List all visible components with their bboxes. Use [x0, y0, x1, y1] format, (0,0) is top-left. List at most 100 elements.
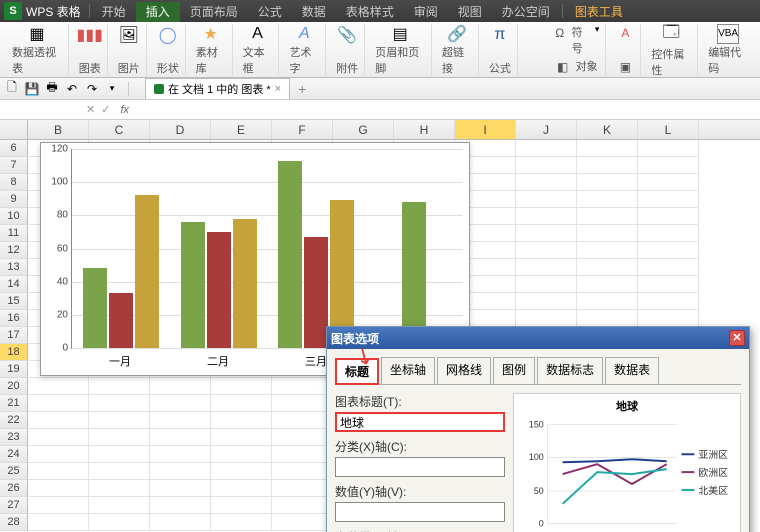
input-chart-title[interactable] — [335, 412, 505, 432]
ribbon-pivot[interactable]: ▦数据透视表 — [6, 24, 69, 76]
cell[interactable] — [89, 463, 150, 480]
cell[interactable] — [577, 259, 638, 276]
dialog-tab-5[interactable]: 数据表 — [605, 357, 659, 384]
cell[interactable] — [211, 412, 272, 429]
cell[interactable] — [516, 225, 577, 242]
cell[interactable] — [272, 514, 333, 531]
cell[interactable] — [28, 446, 89, 463]
cell[interactable] — [150, 463, 211, 480]
cell[interactable] — [272, 412, 333, 429]
row-header-8[interactable]: 8 — [0, 174, 28, 191]
col-header-H[interactable]: H — [394, 120, 455, 139]
ribbon-text-small[interactable]: A ▣ — [610, 24, 641, 76]
cell[interactable] — [211, 497, 272, 514]
cell[interactable] — [638, 310, 699, 327]
col-header-J[interactable]: J — [516, 120, 577, 139]
row-header-17[interactable]: 17 — [0, 327, 28, 344]
ribbon-props[interactable]: 🗔控件属性 — [645, 24, 698, 76]
menu-tab-2[interactable]: 页面布局 — [180, 2, 248, 22]
row-header-23[interactable]: 23 — [0, 429, 28, 446]
close-icon[interactable]: ✕ — [729, 330, 745, 346]
input-y-axis[interactable] — [335, 502, 505, 522]
input-x-axis[interactable] — [335, 457, 505, 477]
row-header-7[interactable]: 7 — [0, 157, 28, 174]
cell[interactable] — [28, 395, 89, 412]
new-icon[interactable]: 🗋 — [4, 81, 20, 97]
cell[interactable] — [272, 463, 333, 480]
cell[interactable] — [516, 157, 577, 174]
cell[interactable] — [211, 463, 272, 480]
cell[interactable] — [150, 378, 211, 395]
cell[interactable] — [577, 310, 638, 327]
cell[interactable] — [28, 463, 89, 480]
cell[interactable] — [28, 514, 89, 531]
cell[interactable] — [150, 395, 211, 412]
cell[interactable] — [577, 242, 638, 259]
cell[interactable] — [577, 293, 638, 310]
document-tab[interactable]: 在 文档 1 中的 图表 * × — [145, 78, 290, 99]
select-all-corner[interactable] — [0, 120, 28, 139]
cell[interactable] — [89, 497, 150, 514]
cell[interactable] — [211, 395, 272, 412]
menu-tab-4[interactable]: 数据 — [292, 2, 336, 22]
cell[interactable] — [516, 174, 577, 191]
cell[interactable] — [638, 157, 699, 174]
cell[interactable] — [28, 429, 89, 446]
cell[interactable] — [150, 514, 211, 531]
cell[interactable] — [516, 293, 577, 310]
ribbon-editcode[interactable]: VBA编辑代码 — [702, 24, 754, 76]
cell[interactable] — [89, 514, 150, 531]
dialog-tab-4[interactable]: 数据标志 — [537, 357, 603, 384]
cell[interactable] — [272, 429, 333, 446]
row-header-20[interactable]: 20 — [0, 378, 28, 395]
col-header-L[interactable]: L — [638, 120, 699, 139]
col-header-I[interactable]: I — [455, 120, 516, 139]
cell[interactable] — [516, 276, 577, 293]
cell[interactable] — [28, 378, 89, 395]
cell[interactable] — [577, 225, 638, 242]
ribbon-symbol[interactable]: Ω符号▾ ◧对象 — [546, 24, 607, 76]
cell[interactable] — [638, 293, 699, 310]
ribbon-chart[interactable]: ▮▮▮图表 — [73, 24, 108, 76]
menu-tab-8[interactable]: 办公空间 — [492, 2, 560, 22]
cell[interactable] — [638, 259, 699, 276]
undo-icon[interactable]: ↶ — [64, 81, 80, 97]
dialog-titlebar[interactable]: 图表选项 ✕ — [327, 327, 749, 349]
menu-tab-6[interactable]: 审阅 — [404, 2, 448, 22]
cell[interactable] — [638, 208, 699, 225]
col-header-B[interactable]: B — [28, 120, 89, 139]
row-header-9[interactable]: 9 — [0, 191, 28, 208]
cell[interactable] — [272, 497, 333, 514]
cell[interactable] — [638, 276, 699, 293]
cell[interactable] — [211, 429, 272, 446]
ribbon-picture[interactable]: 🖼图片 — [112, 24, 147, 76]
print-icon[interactable]: 🖶 — [44, 81, 60, 97]
row-header-19[interactable]: 19 — [0, 361, 28, 378]
cell[interactable] — [577, 191, 638, 208]
cell[interactable] — [89, 480, 150, 497]
menu-tab-1[interactable]: 插入 — [136, 2, 180, 22]
cell[interactable] — [577, 174, 638, 191]
dialog-tab-0[interactable]: 标题 — [335, 358, 379, 385]
dialog-tab-1[interactable]: 坐标轴 — [381, 357, 435, 384]
row-header-18[interactable]: 18 — [0, 344, 28, 361]
cell[interactable] — [577, 140, 638, 157]
row-header-22[interactable]: 22 — [0, 412, 28, 429]
cell[interactable] — [211, 514, 272, 531]
cell[interactable] — [272, 395, 333, 412]
row-header-6[interactable]: 6 — [0, 140, 28, 157]
row-header-16[interactable]: 16 — [0, 310, 28, 327]
cell[interactable] — [211, 480, 272, 497]
cell[interactable] — [272, 446, 333, 463]
cell[interactable] — [577, 208, 638, 225]
dialog-tab-3[interactable]: 图例 — [493, 357, 535, 384]
ribbon-gallery[interactable]: ★素材库 — [190, 24, 233, 76]
col-header-D[interactable]: D — [150, 120, 211, 139]
row-header-25[interactable]: 25 — [0, 463, 28, 480]
col-header-K[interactable]: K — [577, 120, 638, 139]
col-header-C[interactable]: C — [89, 120, 150, 139]
col-header-G[interactable]: G — [333, 120, 394, 139]
row-header-13[interactable]: 13 — [0, 259, 28, 276]
cell[interactable] — [150, 429, 211, 446]
cell[interactable] — [28, 412, 89, 429]
